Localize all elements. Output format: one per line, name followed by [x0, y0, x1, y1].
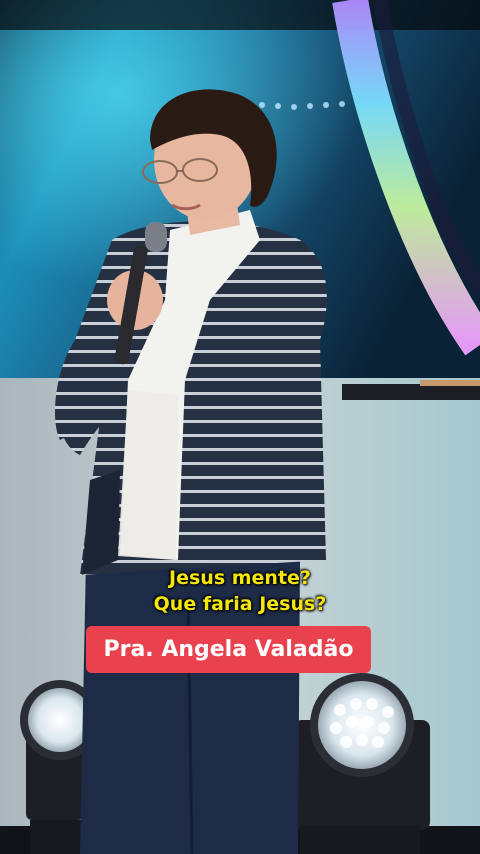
stage-photo: [0, 0, 480, 854]
speaker-name-tag: Pra. Angela Valadão: [86, 626, 371, 673]
subtitle-line-2: Que faria Jesus?: [153, 593, 327, 615]
subtitle-line-1: Jesus mente?: [169, 567, 311, 589]
speaker-name-label: Pra. Angela Valadão: [103, 637, 354, 662]
